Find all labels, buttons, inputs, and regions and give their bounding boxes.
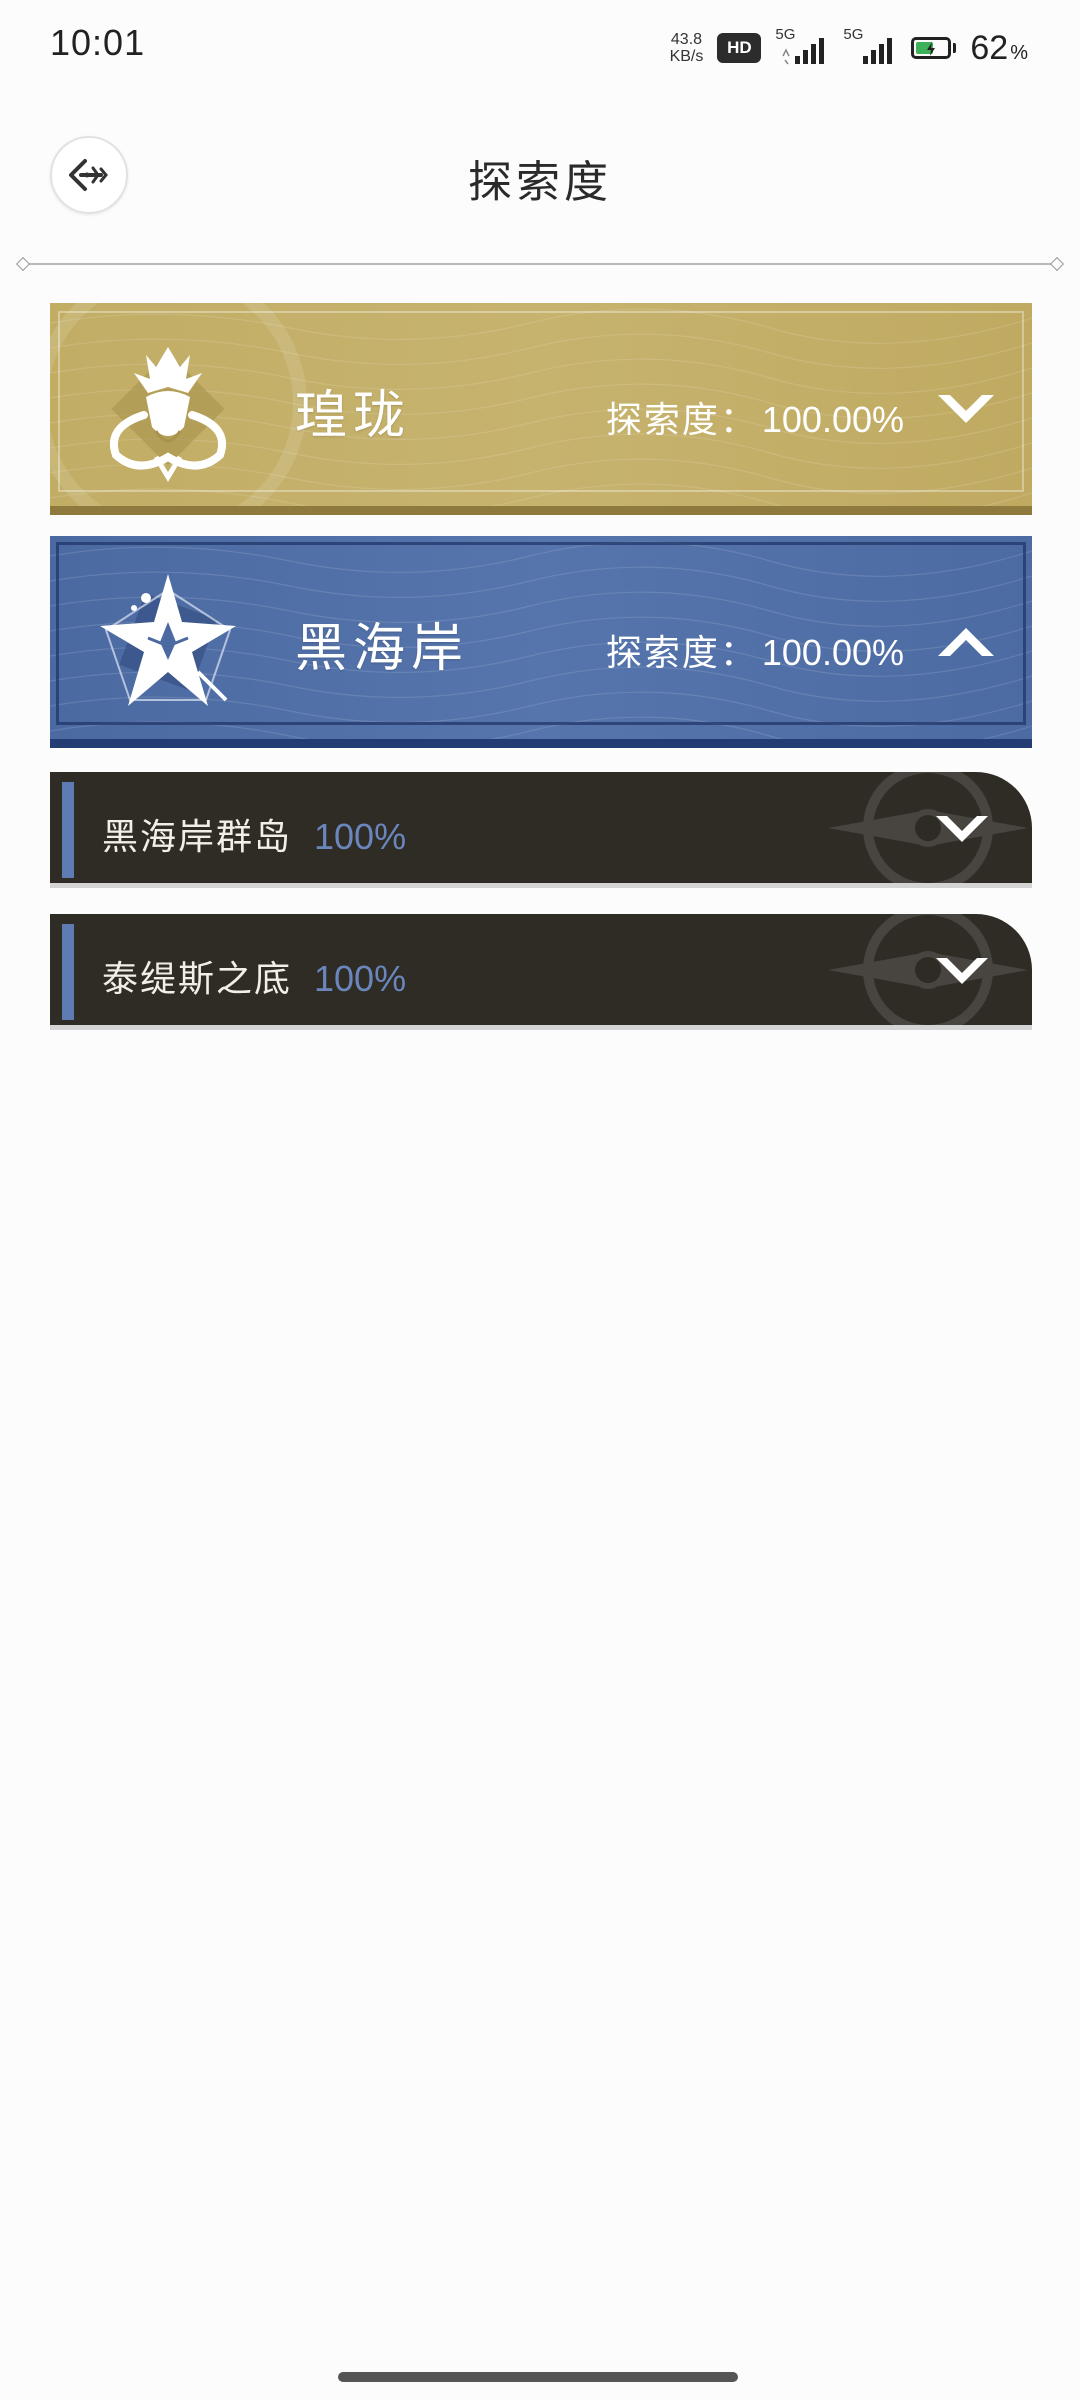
star-flower-emblem-icon bbox=[100, 574, 236, 706]
signal-bars-icon bbox=[782, 38, 825, 65]
battery-body bbox=[911, 37, 952, 59]
progress-value: 100.00% bbox=[761, 399, 904, 440]
region-name: 黑海岸 bbox=[295, 619, 470, 679]
row-accent-bar bbox=[62, 782, 74, 878]
region-card-huanglong[interactable]: 瑝珑 探索度： 100.00% bbox=[50, 303, 1032, 515]
subregion-percent: 100% bbox=[314, 958, 407, 999]
progress-label: 探索度： bbox=[605, 633, 758, 674]
region-progress: 探索度： 100.00% bbox=[606, 624, 904, 676]
battery-percent-sign: % bbox=[1010, 41, 1028, 64]
chevron-down-icon[interactable] bbox=[936, 389, 996, 429]
region-card-black-shores[interactable]: 黑海岸 探索度： 100.00% bbox=[50, 536, 1032, 748]
page-title: 探索度 bbox=[468, 157, 612, 208]
progress-label: 探索度： bbox=[605, 400, 758, 441]
subregion-name-text: 黑海岸群岛 bbox=[102, 817, 293, 858]
battery-percent-value: 62 bbox=[970, 28, 1009, 67]
compass-watermark-icon bbox=[828, 772, 1028, 883]
status-icons: 43.8 KB/s HD 5G 5G 62 % bbox=[670, 26, 1028, 70]
home-indicator[interactable] bbox=[338, 2372, 738, 2382]
dragon-emblem-icon bbox=[110, 347, 226, 482]
compass-watermark-icon bbox=[828, 914, 1028, 1025]
header-divider bbox=[22, 263, 1058, 265]
region-name: 瑝珑 bbox=[295, 386, 412, 446]
status-bar: 10:01 43.8 KB/s HD 5G 5G 62 % bbox=[0, 0, 1080, 96]
subregion-row-black-shores-archipelago[interactable]: 黑海岸群岛 100% bbox=[50, 772, 1032, 888]
charging-bolt-icon bbox=[927, 42, 936, 56]
battery-icon bbox=[911, 37, 957, 59]
network-speed-value: 43.8 bbox=[670, 31, 703, 48]
progress-value: 100.00% bbox=[761, 632, 904, 673]
hd-voice-icon: HD bbox=[717, 33, 762, 63]
signal-2: 5G bbox=[843, 26, 897, 68]
signal-1: 5G bbox=[775, 26, 829, 68]
network-speed: 43.8 KB/s bbox=[670, 31, 704, 65]
signal-bars-icon bbox=[863, 38, 893, 64]
row-accent-bar bbox=[62, 924, 74, 1020]
region-progress: 探索度： 100.00% bbox=[606, 391, 904, 443]
chevron-down-icon[interactable] bbox=[934, 810, 990, 848]
subregion-percent: 100% bbox=[314, 816, 407, 857]
subregion-name: 泰缇斯之底 100% bbox=[102, 950, 406, 1002]
status-time: 10:01 bbox=[50, 22, 146, 63]
battery-cap bbox=[953, 43, 957, 53]
subregion-name: 黑海岸群岛 100% bbox=[102, 808, 406, 860]
subregion-row-thessaleo-depths[interactable]: 泰缇斯之底 100% bbox=[50, 914, 1032, 1030]
network-speed-unit: KB/s bbox=[669, 48, 704, 65]
chevron-up-icon[interactable] bbox=[936, 622, 996, 662]
chevron-down-icon[interactable] bbox=[934, 952, 990, 990]
battery-percent: 62% bbox=[970, 29, 1028, 68]
subregion-name-text: 泰缇斯之底 bbox=[102, 959, 293, 1000]
